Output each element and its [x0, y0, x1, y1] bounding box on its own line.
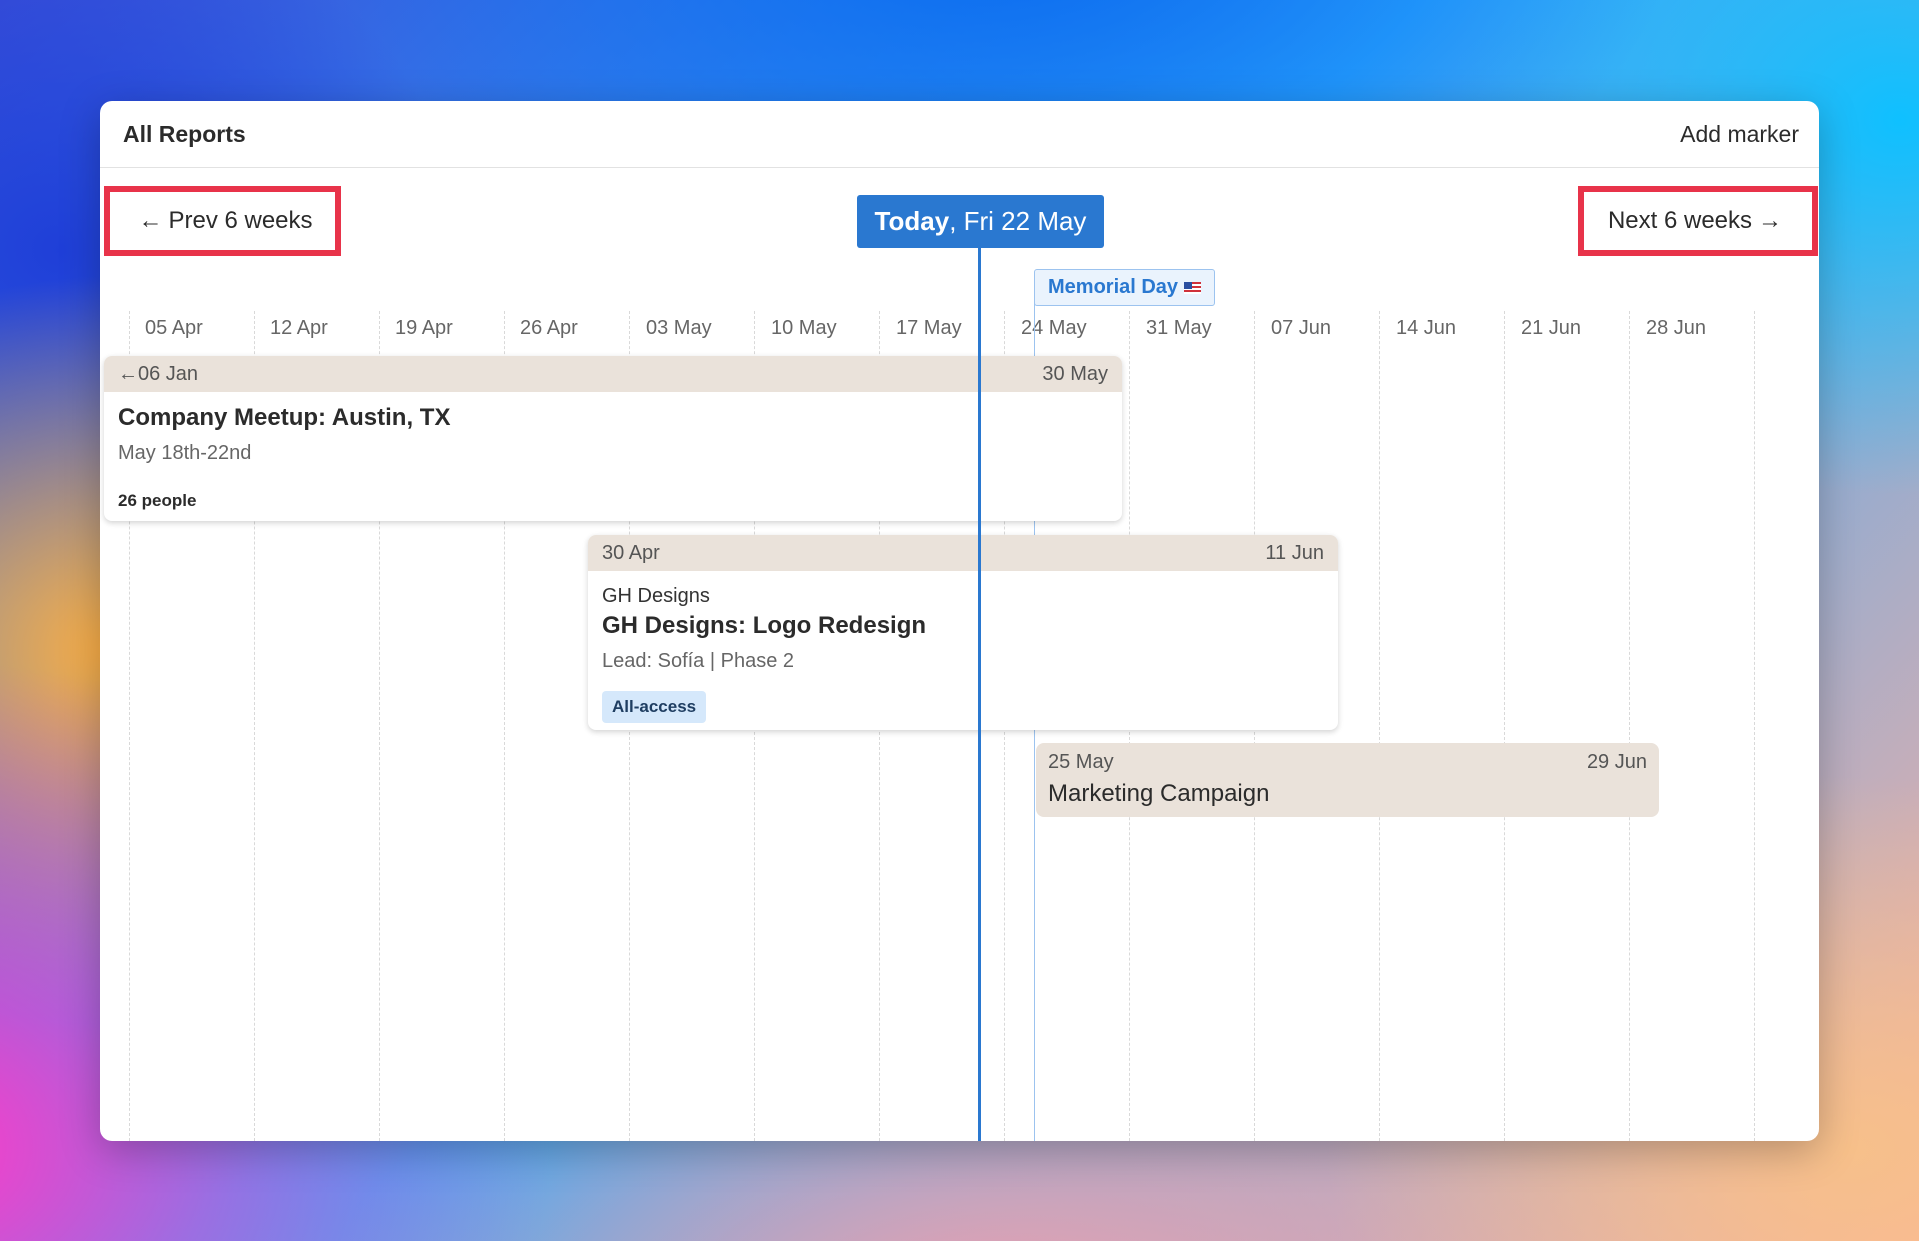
column-label: 14 Jun — [1396, 317, 1457, 339]
grid-line — [1504, 311, 1505, 1141]
column-label: 31 May — [1146, 317, 1212, 339]
prev-weeks-button[interactable]: ← Prev 6 weeks — [104, 186, 341, 256]
grid-line — [1379, 311, 1380, 1141]
column-label: 03 May — [646, 317, 712, 339]
column-label: 26 Apr — [520, 317, 578, 339]
event-end: 30 May — [1042, 362, 1108, 385]
column-label: 19 Apr — [395, 317, 453, 339]
event-meta: 26 people — [118, 491, 197, 510]
today-badge[interactable]: Today, Fri 22 May — [857, 195, 1104, 248]
event-date-range: ←06 Jan 30 May — [104, 356, 1122, 392]
event-client: GH Designs — [602, 585, 710, 607]
event-title: Company Meetup: Austin, TX — [118, 404, 451, 431]
event-card[interactable]: ←06 Jan 30 May Company Meetup: Austin, T… — [104, 356, 1122, 521]
event-date-range: 30 Apr 11 Jun — [588, 535, 1338, 571]
timeline-window: All Reports Add marker ← Prev 6 weeks To… — [100, 101, 1819, 1141]
access-tag: All-access — [602, 691, 707, 723]
event-start: 30 Apr — [602, 541, 660, 564]
event-subtitle: May 18th-22nd — [118, 442, 252, 464]
column-label: 24 May — [1021, 317, 1087, 339]
event-subtitle: Lead: Sofía | Phase 2 — [602, 650, 795, 672]
column-label: 05 Apr — [145, 317, 203, 339]
event-start: ←06 Jan — [118, 362, 199, 385]
arrow-right-icon: → — [1758, 207, 1783, 234]
column-label: 28 Jun — [1646, 317, 1707, 339]
column-label: 21 Jun — [1521, 317, 1582, 339]
page-title: All Reports — [123, 121, 246, 147]
event-title: Marketing Campaign — [1048, 780, 1270, 807]
today-date: , Fri 22 May — [949, 206, 1087, 236]
event-date-range: 25 May 29 Jun — [1036, 743, 1659, 774]
add-marker-button[interactable]: Add marker — [1680, 121, 1799, 148]
next-weeks-button[interactable]: Next 6 weeks → — [1578, 186, 1818, 256]
event-card[interactable]: 25 May 29 Jun Marketing Campaign — [1036, 743, 1659, 817]
column-label: 10 May — [771, 317, 837, 339]
arrow-left-icon: ← — [138, 207, 163, 234]
grid-line — [1754, 311, 1755, 1141]
column-label: 07 Jun — [1271, 317, 1332, 339]
event-title: GH Designs: Logo Redesign — [602, 612, 927, 639]
event-start: 25 May — [1048, 751, 1114, 773]
prev-weeks-label: Prev 6 weeks — [168, 207, 313, 234]
grid-line — [1629, 311, 1630, 1141]
column-label: 12 Apr — [270, 317, 328, 339]
top-bar: All Reports Add marker — [100, 101, 1819, 168]
column-label: 17 May — [896, 317, 962, 339]
today-label: Today — [874, 206, 950, 236]
next-weeks-label: Next 6 weeks — [1607, 207, 1753, 234]
event-card[interactable]: 30 Apr 11 Jun GH Designs GH Designs: Log… — [588, 535, 1338, 730]
memorial-day-marker[interactable]: Memorial Day — [1034, 269, 1216, 306]
marker-label: Memorial Day — [1048, 276, 1179, 298]
us-flag-icon — [1184, 281, 1202, 294]
today-line — [978, 248, 981, 1141]
event-end: 11 Jun — [1265, 541, 1324, 564]
event-end: 29 Jun — [1586, 751, 1647, 773]
